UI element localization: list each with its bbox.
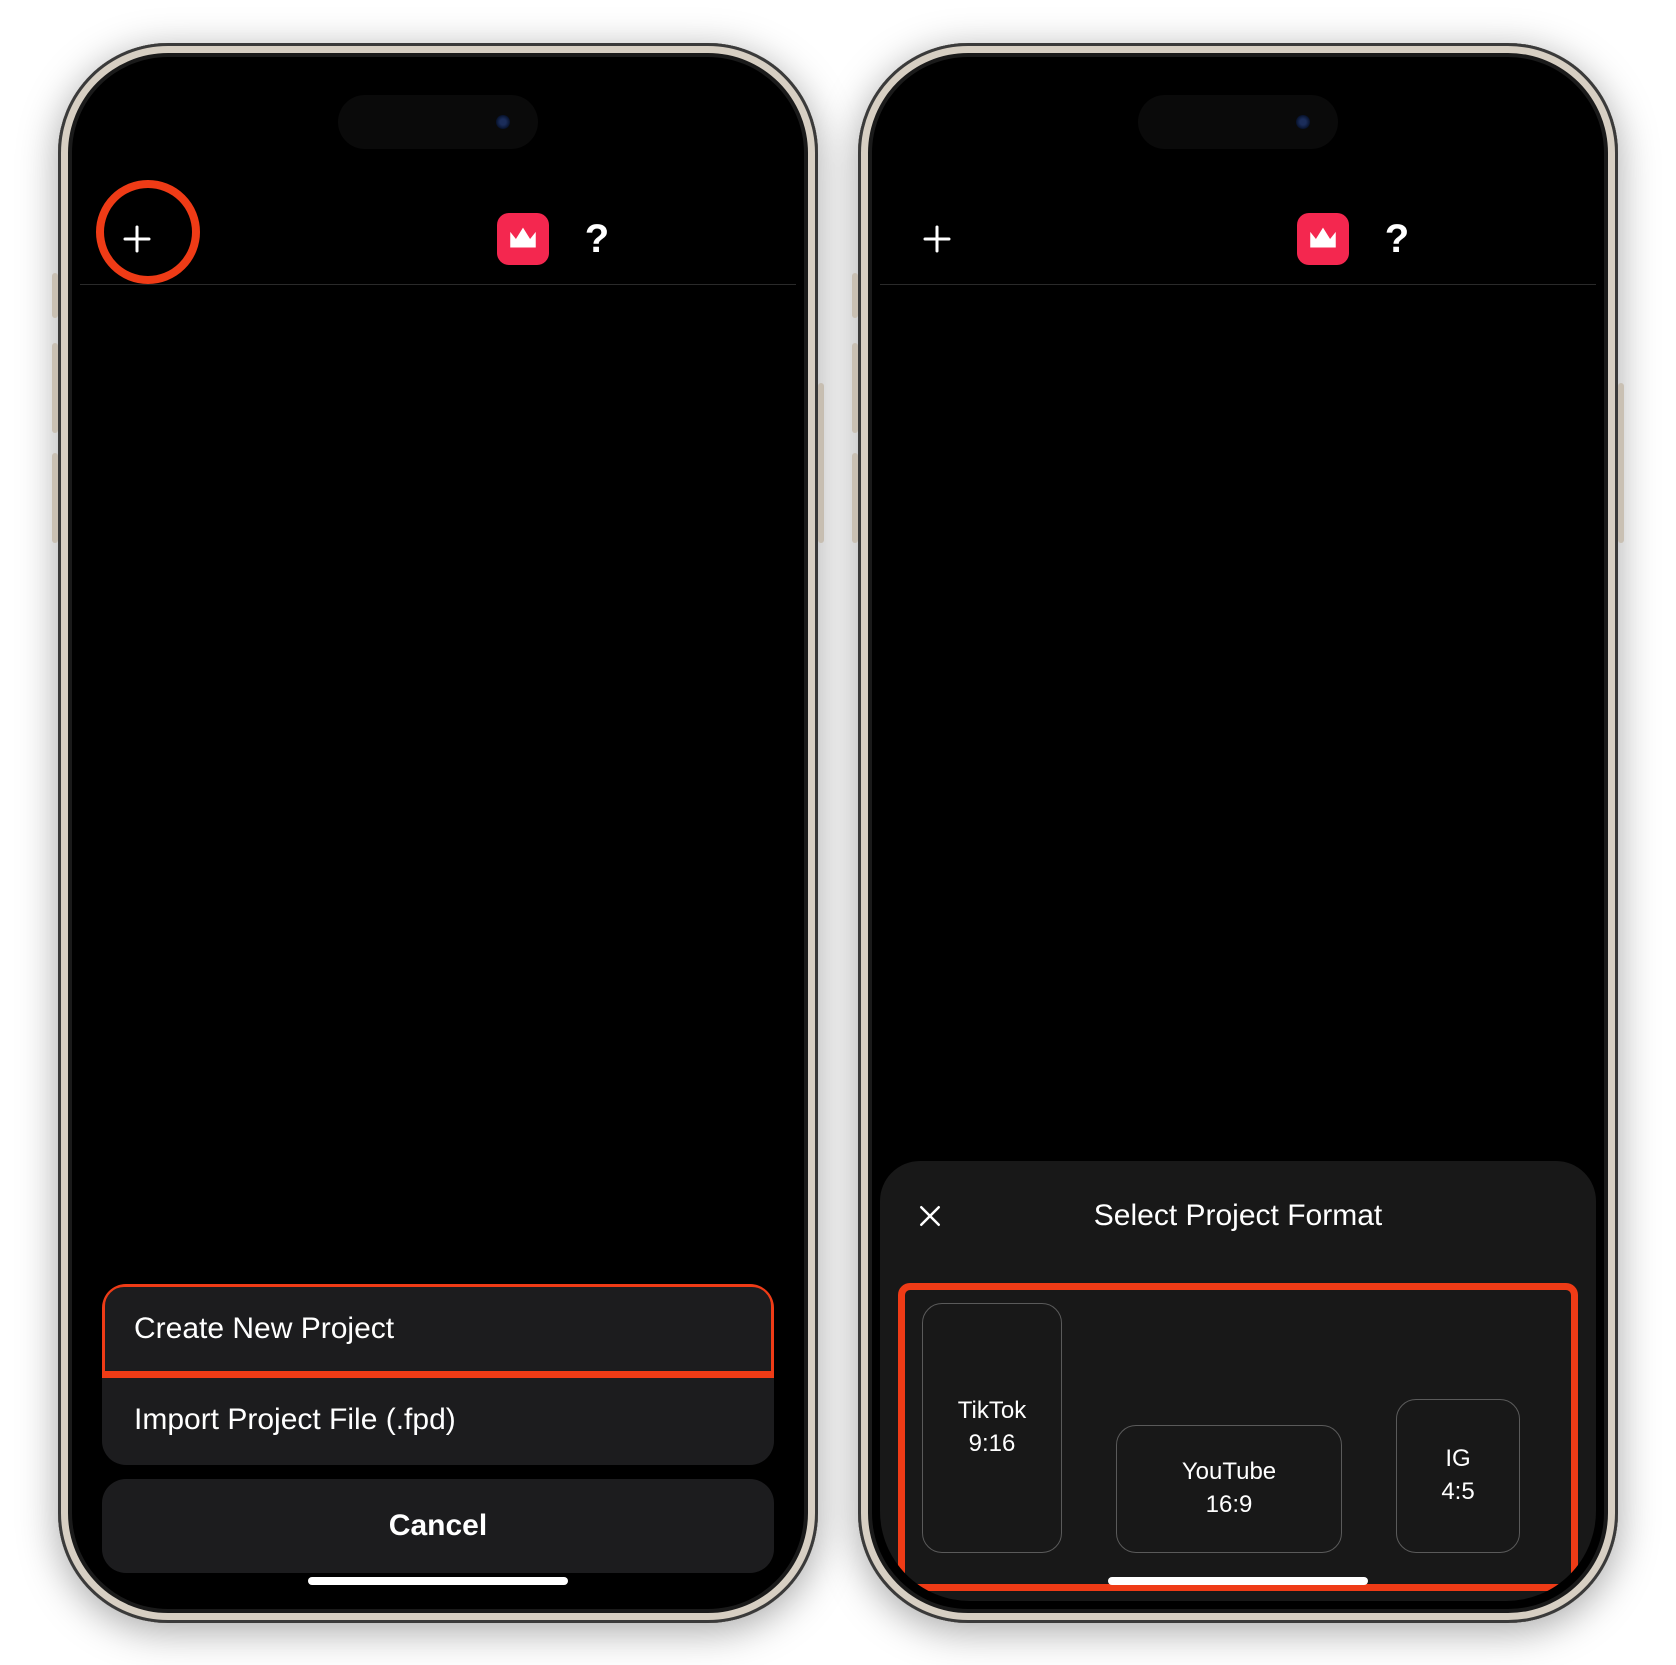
format-ratio: 4:5 xyxy=(1441,1476,1474,1508)
format-panel-header: Select Project Format xyxy=(908,1191,1568,1241)
home-indicator[interactable] xyxy=(308,1577,568,1585)
premium-button[interactable] xyxy=(497,213,549,265)
crown-icon xyxy=(506,222,540,256)
volume-up-button xyxy=(52,343,58,433)
help-button[interactable]: ? xyxy=(575,217,619,261)
format-ratio: 9:16 xyxy=(969,1428,1016,1460)
dynamic-island xyxy=(1138,95,1338,149)
add-project-button[interactable] xyxy=(110,212,164,266)
home-indicator[interactable] xyxy=(1108,1577,1368,1585)
power-button xyxy=(1618,383,1624,543)
format-panel: Select Project Format TikTok 9:16 YouTub… xyxy=(880,1161,1596,1601)
premium-button[interactable] xyxy=(1297,213,1349,265)
create-new-project-option[interactable]: Create New Project xyxy=(102,1284,774,1374)
format-options-row: TikTok 9:16 YouTube 16:9 IG 4:5 xyxy=(908,1285,1568,1589)
action-sheet: Create New Project Import Project File (… xyxy=(102,1284,774,1573)
cancel-button[interactable]: Cancel xyxy=(102,1479,774,1573)
format-option-youtube[interactable]: YouTube 16:9 xyxy=(1116,1425,1342,1553)
import-project-file-option[interactable]: Import Project File (.fpd) xyxy=(102,1374,774,1465)
close-icon xyxy=(915,1201,945,1231)
format-option-ig[interactable]: IG 4:5 xyxy=(1396,1399,1520,1553)
action-sheet-group: Create New Project Import Project File (… xyxy=(102,1284,774,1465)
toolbar: ? xyxy=(880,195,1596,285)
format-name: TikTok xyxy=(958,1395,1026,1427)
mute-switch xyxy=(852,273,858,318)
screen-left: ? Create New Project Import Project File… xyxy=(80,65,796,1601)
plus-icon xyxy=(119,221,155,257)
plus-icon xyxy=(919,221,955,257)
format-ratio: 16:9 xyxy=(1206,1489,1253,1521)
format-name: IG xyxy=(1445,1443,1470,1475)
question-icon: ? xyxy=(585,217,609,262)
dynamic-island xyxy=(338,95,538,149)
format-option-tiktok[interactable]: TikTok 9:16 xyxy=(922,1303,1062,1553)
phone-right: ? Select Project Format TikTok 9:16 YouT… xyxy=(858,43,1618,1623)
question-icon: ? xyxy=(1385,217,1409,262)
screen-right: ? Select Project Format TikTok 9:16 YouT… xyxy=(880,65,1596,1601)
mute-switch xyxy=(52,273,58,318)
add-project-button[interactable] xyxy=(910,212,964,266)
help-button[interactable]: ? xyxy=(1375,217,1419,261)
close-button[interactable] xyxy=(908,1194,952,1238)
volume-down-button xyxy=(52,453,58,543)
toolbar: ? xyxy=(80,195,796,285)
volume-up-button xyxy=(852,343,858,433)
crown-icon xyxy=(1306,222,1340,256)
power-button xyxy=(818,383,824,543)
format-panel-title: Select Project Format xyxy=(1094,1199,1382,1233)
volume-down-button xyxy=(852,453,858,543)
format-name: YouTube xyxy=(1182,1456,1276,1488)
phone-left: ? Create New Project Import Project File… xyxy=(58,43,818,1623)
